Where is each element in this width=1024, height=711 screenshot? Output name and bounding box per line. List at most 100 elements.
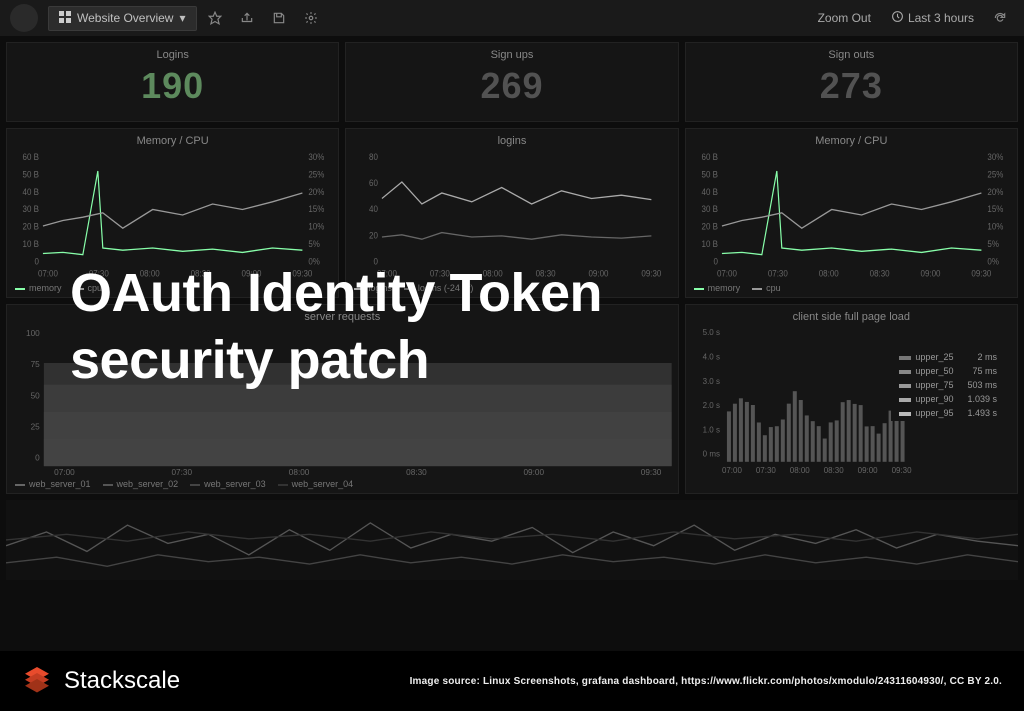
svg-text:50 B: 50 B	[701, 169, 718, 179]
avatar[interactable]	[10, 4, 38, 32]
svg-text:50: 50	[31, 390, 40, 400]
svg-text:40 B: 40 B	[23, 186, 40, 196]
svg-text:08:30: 08:30	[823, 466, 843, 475]
svg-text:80: 80	[369, 152, 378, 162]
panel-title: logins	[346, 129, 677, 147]
svg-text:0%: 0%	[987, 256, 999, 266]
panel-title: Memory / CPU	[686, 129, 1017, 147]
svg-text:20: 20	[369, 230, 378, 240]
svg-text:30%: 30%	[308, 152, 324, 162]
panel-title: Sign outs	[686, 43, 1017, 61]
bottom-sparkline	[6, 500, 1018, 580]
panel-logins-stat[interactable]: Logins 190	[6, 42, 339, 122]
svg-text:25%: 25%	[987, 169, 1003, 179]
svg-text:09:00: 09:00	[523, 467, 544, 477]
chart-legend: web_server_01 web_server_02 web_server_0…	[7, 477, 678, 491]
settings-button[interactable]	[297, 4, 325, 32]
svg-text:09:30: 09:30	[891, 466, 911, 475]
clock-icon	[891, 10, 904, 26]
svg-text:15%: 15%	[987, 204, 1003, 214]
svg-text:08:00: 08:00	[289, 467, 310, 477]
image-credit: Image source: Linux Screenshots, grafana…	[410, 676, 1002, 687]
panel-memory-cpu-right[interactable]: Memory / CPU 010 B20 B30 B40 B50 B60 B0%…	[685, 128, 1018, 298]
stackscale-logo-icon	[22, 664, 52, 699]
stat-value: 190	[7, 61, 338, 111]
svg-text:60 B: 60 B	[701, 152, 718, 162]
star-button[interactable]	[201, 4, 229, 32]
grid-icon	[59, 11, 71, 26]
panel-signouts-stat[interactable]: Sign outs 273	[685, 42, 1018, 122]
panel-title: Sign ups	[346, 43, 677, 61]
chevron-down-icon: ▾	[179, 11, 185, 25]
svg-text:0: 0	[35, 453, 40, 463]
top-toolbar: Website Overview ▾ Zoom Out Last 3 hours	[0, 0, 1024, 36]
svg-text:0 ms: 0 ms	[702, 450, 719, 459]
svg-text:4.0 s: 4.0 s	[702, 352, 719, 361]
svg-text:07:00: 07:00	[38, 268, 58, 278]
svg-text:30 B: 30 B	[23, 204, 40, 214]
svg-text:75: 75	[31, 359, 40, 369]
svg-text:20 B: 20 B	[23, 221, 40, 231]
svg-text:40: 40	[369, 204, 378, 214]
time-range-picker[interactable]: Last 3 hours	[883, 6, 982, 30]
refresh-button[interactable]	[986, 4, 1014, 32]
svg-text:60 B: 60 B	[23, 152, 40, 162]
svg-text:40 B: 40 B	[701, 186, 718, 196]
svg-text:07:00: 07:00	[717, 268, 737, 278]
svg-text:07:00: 07:00	[722, 466, 742, 475]
svg-text:0: 0	[713, 256, 718, 266]
svg-text:60: 60	[369, 178, 378, 188]
svg-text:15%: 15%	[308, 204, 324, 214]
svg-text:08:00: 08:00	[818, 268, 838, 278]
svg-text:0: 0	[35, 256, 40, 266]
svg-text:20%: 20%	[987, 186, 1003, 196]
svg-text:1.0 s: 1.0 s	[702, 425, 719, 434]
zoom-out-button[interactable]: Zoom Out	[810, 7, 879, 29]
svg-text:10%: 10%	[987, 221, 1003, 231]
zoom-out-label: Zoom Out	[818, 11, 871, 25]
svg-text:100: 100	[26, 328, 40, 338]
svg-text:08:30: 08:30	[869, 268, 889, 278]
time-range-label: Last 3 hours	[908, 11, 974, 25]
svg-text:08:30: 08:30	[406, 467, 427, 477]
page-load-legend: upper_252 msupper_5075 msupper_75503 msu…	[891, 349, 1005, 421]
svg-text:5.0 s: 5.0 s	[702, 328, 719, 337]
svg-text:09:30: 09:30	[642, 268, 662, 278]
svg-text:08:00: 08:00	[789, 466, 809, 475]
svg-text:10 B: 10 B	[23, 239, 40, 249]
svg-text:20 B: 20 B	[701, 221, 718, 231]
dashboard-name: Website Overview	[77, 11, 173, 25]
stat-value: 269	[346, 61, 677, 111]
svg-text:09:30: 09:30	[971, 268, 991, 278]
svg-text:30%: 30%	[987, 152, 1003, 162]
memory-cpu-chart-2: 010 B20 B30 B40 B50 B60 B0%5%10%15%20%25…	[692, 149, 1011, 281]
svg-text:20%: 20%	[308, 186, 324, 196]
save-button[interactable]	[265, 4, 293, 32]
svg-text:09:00: 09:00	[857, 466, 877, 475]
svg-text:07:30: 07:30	[171, 467, 192, 477]
dashboard-picker[interactable]: Website Overview ▾	[48, 6, 197, 31]
svg-text:09:00: 09:00	[920, 268, 940, 278]
svg-text:5%: 5%	[308, 239, 320, 249]
svg-text:2.0 s: 2.0 s	[702, 401, 719, 410]
panel-title: Logins	[7, 43, 338, 61]
share-button[interactable]	[233, 4, 261, 32]
panel-bottom-sparkline[interactable]	[6, 500, 1018, 580]
svg-text:5%: 5%	[987, 239, 999, 249]
overlay-headline: OAuth Identity Token security patch	[70, 260, 602, 394]
footer-bar: Stackscale Image source: Linux Screensho…	[0, 651, 1024, 711]
svg-text:07:30: 07:30	[768, 268, 788, 278]
svg-text:07:30: 07:30	[756, 466, 776, 475]
chart-legend: memory cpu	[686, 281, 1017, 295]
panel-title: Memory / CPU	[7, 129, 338, 147]
svg-text:09:30: 09:30	[641, 467, 662, 477]
brand-name: Stackscale	[64, 667, 180, 695]
svg-text:3.0 s: 3.0 s	[702, 377, 719, 386]
svg-text:25%: 25%	[308, 169, 324, 179]
panel-page-load[interactable]: client side full page load 0 ms 1.0 s 2.0 …	[685, 304, 1018, 494]
panel-signups-stat[interactable]: Sign ups 269	[345, 42, 678, 122]
panel-title: client side full page load	[686, 305, 1017, 323]
svg-text:30 B: 30 B	[701, 204, 718, 214]
svg-text:07:00: 07:00	[54, 467, 75, 477]
svg-text:25: 25	[31, 421, 40, 431]
